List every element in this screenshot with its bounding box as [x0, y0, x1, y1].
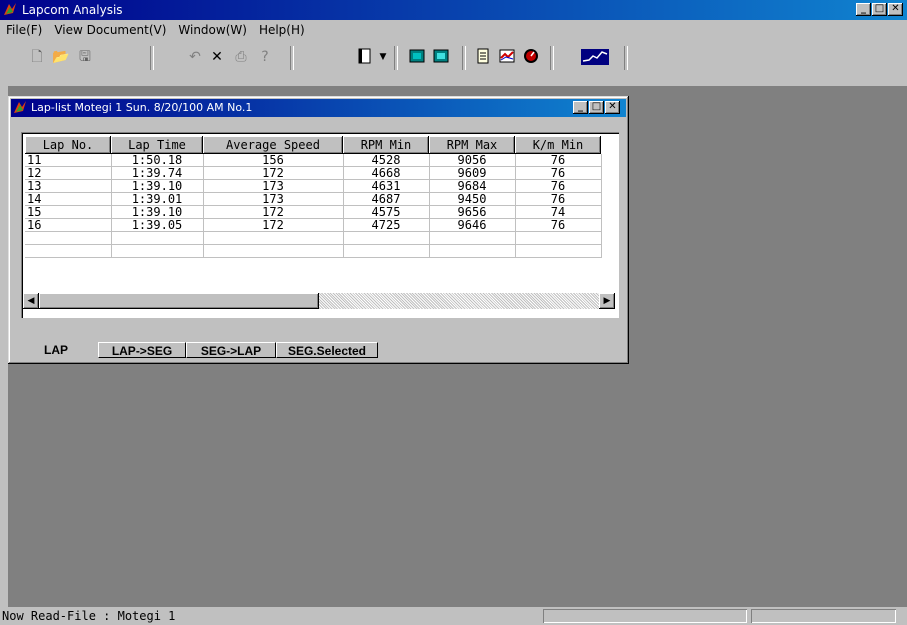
cell: 172 — [203, 205, 344, 219]
minimize-button[interactable]: _ — [856, 3, 871, 16]
cell: 9646 — [429, 218, 516, 232]
app-title: Lapcom Analysis — [22, 3, 123, 17]
cell: 4631 — [343, 179, 430, 193]
tab-lap[interactable]: LAP — [30, 342, 82, 358]
app-logo-icon — [4, 3, 16, 15]
table-row[interactable]: 14 1:39.01 173 4687 9450 76 — [25, 192, 602, 206]
tab-seg-lap[interactable]: SEG->LAP — [186, 342, 276, 358]
cell: 9056 — [429, 154, 516, 167]
empty-row — [25, 231, 602, 245]
sheet-icon[interactable] — [474, 48, 492, 66]
document-icon[interactable] — [356, 48, 374, 66]
tab-seg-selected[interactable]: SEG.Selected — [276, 342, 378, 358]
cell: 1:39.10 — [111, 179, 204, 193]
horizontal-scrollbar[interactable]: ◀ ▶ — [23, 293, 615, 309]
cell: 9609 — [429, 166, 516, 180]
cell: 1:50.18 — [111, 154, 204, 167]
lap-list-title-bar[interactable]: Lap-list Motegi 1 Sun. 8/20/100 AM No.1 … — [11, 99, 626, 117]
graph-icon[interactable] — [498, 48, 516, 66]
status-panel — [751, 609, 896, 623]
empty-row — [25, 244, 602, 258]
cell: 4575 — [343, 205, 430, 219]
col-header-average-speed[interactable]: Average Speed — [203, 136, 343, 154]
scroll-thumb[interactable] — [39, 293, 319, 309]
cell: 76 — [515, 179, 602, 193]
view2-icon[interactable] — [432, 48, 450, 66]
cell: 9656 — [429, 205, 516, 219]
lap-list-title: Lap-list Motegi 1 Sun. 8/20/100 AM No.1 — [31, 101, 253, 114]
status-message: Now Read-File : Motegi 1 — [2, 609, 176, 623]
print-icon[interactable]: ⎙ — [232, 48, 250, 66]
lap-table-frame: Lap No. Lap Time Average Speed RPM Min R… — [21, 132, 619, 318]
cell: 4668 — [343, 166, 430, 180]
child-minimize-button[interactable]: _ — [573, 101, 588, 114]
cell: 14 — [25, 192, 112, 206]
cell: 1:39.74 — [111, 166, 204, 180]
cell: 9450 — [429, 192, 516, 206]
cell: 172 — [203, 166, 344, 180]
cell: 1:39.01 — [111, 192, 204, 206]
status-bar: Now Read-File : Motegi 1 — [0, 607, 907, 625]
cell: 172 — [203, 218, 344, 232]
cell: 4528 — [343, 154, 430, 167]
status-panel — [543, 609, 747, 623]
chart-icon[interactable] — [580, 48, 610, 66]
lap-list-window: Lap-list Motegi 1 Sun. 8/20/100 AM No.1 … — [8, 96, 629, 364]
tab-lap-seg[interactable]: LAP->SEG — [98, 342, 186, 358]
cell: 12 — [25, 166, 112, 180]
cell: 16 — [25, 218, 112, 232]
menu-view-document[interactable]: View Document(V) — [48, 23, 172, 37]
scroll-right-arrow-icon[interactable]: ▶ — [599, 293, 615, 309]
cell: 173 — [203, 179, 344, 193]
app-title-bar: Lapcom Analysis _ □ ✕ — [0, 0, 907, 20]
child-maximize-button[interactable]: □ — [589, 101, 604, 114]
dropdown-icon[interactable]: ▼ — [374, 48, 392, 66]
table-row[interactable]: 15 1:39.10 172 4575 9656 74 — [25, 205, 602, 219]
open-icon[interactable]: 📂 — [52, 48, 70, 66]
cell: 1:39.05 — [111, 218, 204, 232]
cell: 156 — [203, 154, 344, 167]
col-header-lap-no[interactable]: Lap No. — [25, 136, 111, 154]
close-button[interactable]: ✕ — [888, 3, 903, 16]
col-header-km-min[interactable]: K/m Min — [515, 136, 601, 154]
cell: 173 — [203, 192, 344, 206]
table-row[interactable]: 12 1:39.74 172 4668 9609 76 — [25, 166, 602, 180]
help-pointer-icon[interactable]: ? — [256, 48, 274, 66]
child-close-button[interactable]: ✕ — [605, 101, 620, 114]
cell: 76 — [515, 154, 602, 167]
table-row[interactable]: 11 1:50.18 156 4528 9056 76 — [25, 154, 602, 167]
col-header-rpm-max[interactable]: RPM Max — [429, 136, 515, 154]
dial-icon[interactable] — [522, 48, 540, 66]
cell: 4687 — [343, 192, 430, 206]
cell: 1:39.10 — [111, 205, 204, 219]
view1-icon[interactable] — [408, 48, 426, 66]
cell: 76 — [515, 218, 602, 232]
scroll-left-arrow-icon[interactable]: ◀ — [23, 293, 39, 309]
cell: 76 — [515, 166, 602, 180]
cell: 11 — [25, 154, 112, 167]
cell: 74 — [515, 205, 602, 219]
cell: 15 — [25, 205, 112, 219]
menu-bar: File(F) View Document(V) Window(W) Help(… — [0, 20, 907, 40]
cell: 76 — [515, 192, 602, 206]
new-icon[interactable]: 🗋 — [28, 48, 46, 66]
menu-help[interactable]: Help(H) — [253, 23, 311, 37]
col-header-lap-time[interactable]: Lap Time — [111, 136, 203, 154]
cell: 4725 — [343, 218, 430, 232]
delete-icon[interactable]: ✕ — [208, 48, 226, 66]
maximize-button[interactable]: □ — [872, 3, 887, 16]
toolbar: 🗋 📂 🖫 ↶ ✕ ⎙ ? ▼ — [0, 42, 640, 74]
menu-window[interactable]: Window(W) — [172, 23, 253, 37]
cell: 13 — [25, 179, 112, 193]
app-logo-icon — [14, 101, 26, 113]
undo-icon[interactable]: ↶ — [186, 48, 204, 66]
save-icon[interactable]: 🖫 — [76, 48, 94, 66]
menu-file[interactable]: File(F) — [0, 23, 48, 37]
cell: 9684 — [429, 179, 516, 193]
col-header-rpm-min[interactable]: RPM Min — [343, 136, 429, 154]
table-row[interactable]: 16 1:39.05 172 4725 9646 76 — [25, 218, 602, 232]
table-row[interactable]: 13 1:39.10 173 4631 9684 76 — [25, 179, 602, 193]
lap-table: Lap No. Lap Time Average Speed RPM Min R… — [25, 136, 602, 258]
